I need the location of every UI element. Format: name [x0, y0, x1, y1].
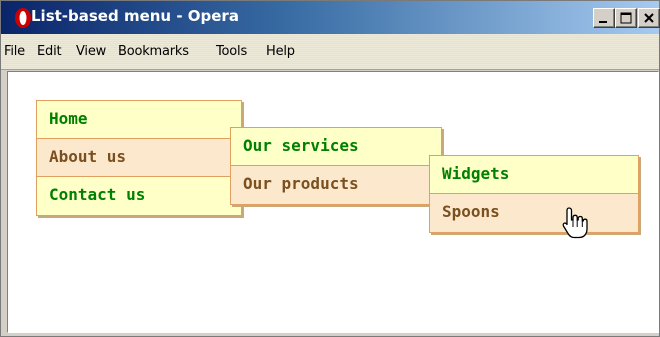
nav-item-widgets[interactable]: Widgets: [430, 156, 638, 194]
hand-pointer-icon: [562, 207, 588, 239]
opera-logo-icon: [13, 7, 33, 29]
nav-item-our-services[interactable]: Our services: [231, 128, 441, 166]
maximize-button[interactable]: [615, 8, 637, 28]
menu-file[interactable]: File: [4, 44, 25, 59]
nav-menu-level2: Our services Our products: [230, 127, 442, 205]
minimize-button[interactable]: [593, 8, 615, 28]
close-button[interactable]: [638, 8, 660, 28]
menu-bookmarks[interactable]: Bookmarks: [118, 44, 189, 59]
nav-item-contact-us[interactable]: Contact us: [37, 177, 241, 215]
menu-edit[interactable]: Edit: [37, 44, 62, 59]
nav-menu-level1: Home About us Contact us: [36, 100, 242, 216]
title-bar[interactable]: List-based menu - Opera: [1, 1, 660, 34]
page-content: Home About us Contact us Our services Ou…: [7, 71, 659, 333]
nav-item-our-products[interactable]: Our products: [231, 166, 441, 204]
menu-tools[interactable]: Tools: [216, 44, 247, 59]
browser-window: List-based menu - Opera File Edit View B…: [0, 0, 660, 337]
nav-item-spoons[interactable]: Spoons: [430, 194, 638, 232]
nav-item-home[interactable]: Home: [37, 101, 241, 139]
menu-bar: File Edit View Bookmarks Tools Help: [1, 34, 659, 70]
minimize-icon: [599, 21, 607, 23]
close-icon: [644, 13, 654, 23]
nav-item-about-us[interactable]: About us: [37, 139, 241, 177]
menu-view[interactable]: View: [76, 44, 106, 59]
menu-help[interactable]: Help: [266, 44, 295, 59]
window-title: List-based menu - Opera: [31, 7, 239, 25]
nav-menu-level3: Widgets Spoons: [429, 155, 639, 233]
maximize-icon: [620, 12, 632, 24]
